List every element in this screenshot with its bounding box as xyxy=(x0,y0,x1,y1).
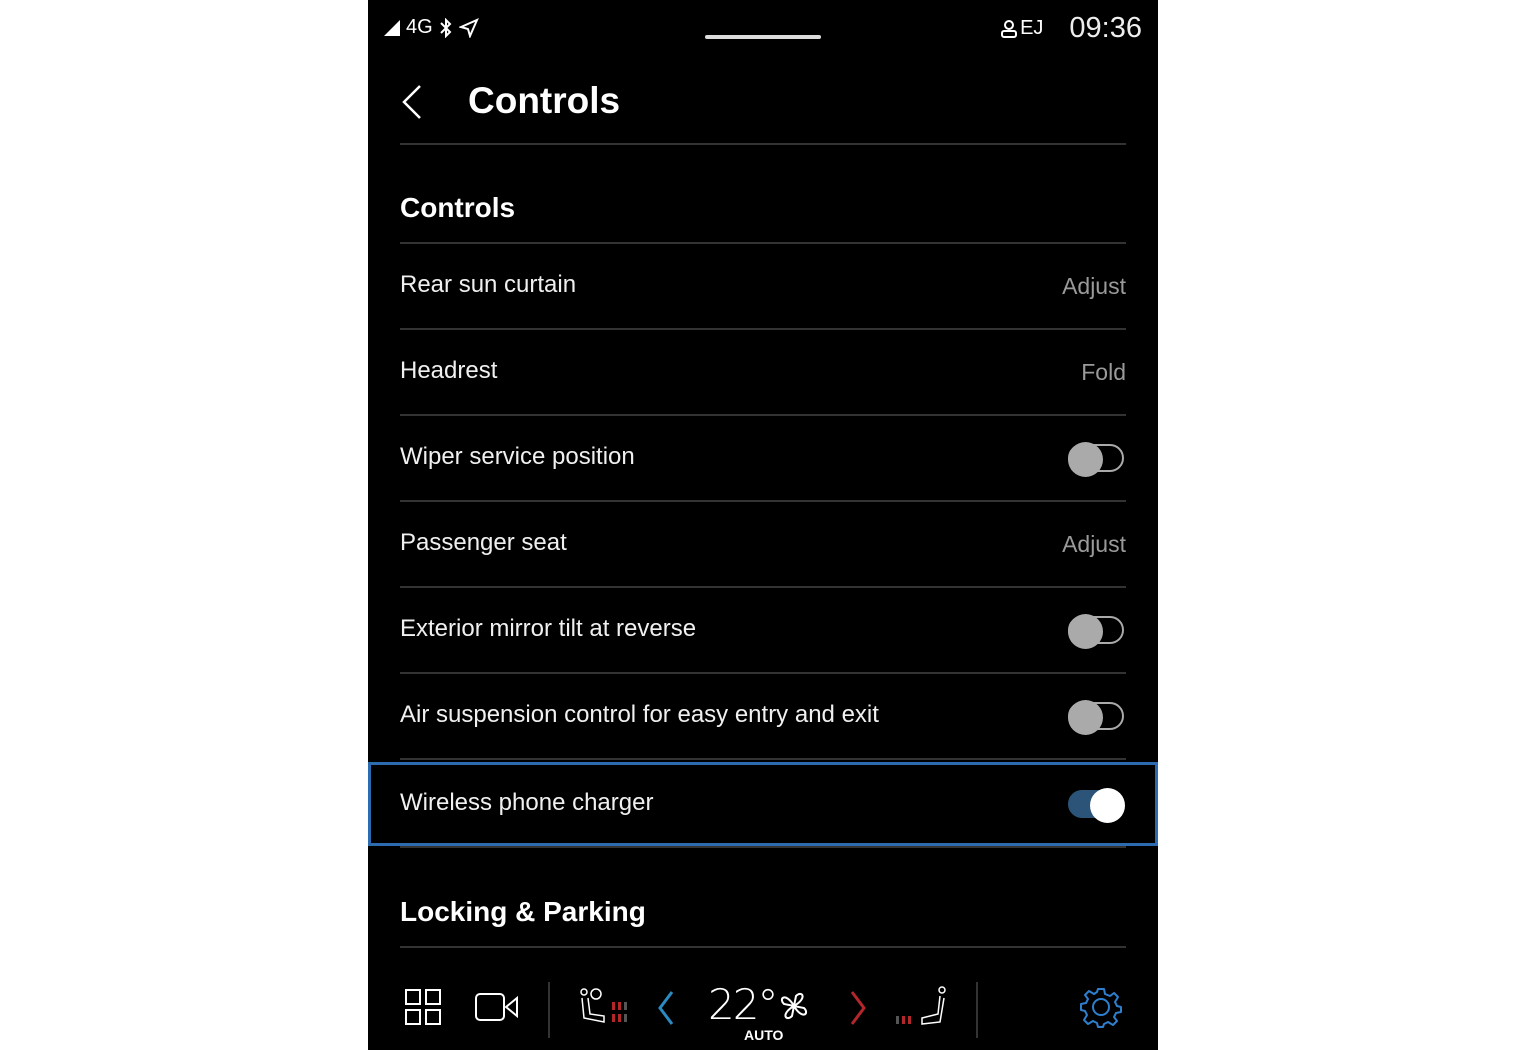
profile[interactable]: EJ xyxy=(1000,17,1043,40)
air-suspension-toggle[interactable] xyxy=(1068,700,1126,735)
row-exterior-mirror-tilt[interactable]: Exterior mirror tilt at reverse xyxy=(400,588,1126,674)
fold-button[interactable]: Fold xyxy=(1081,359,1126,386)
fan-icon[interactable] xyxy=(776,988,812,1024)
toggle-knob xyxy=(1068,614,1103,649)
mirror-tilt-toggle[interactable] xyxy=(1068,614,1126,649)
infotainment-screen: 4G EJ 09:36 Controls Controls Rear sun c… xyxy=(368,0,1158,1050)
clock: 09:36 xyxy=(1069,12,1142,44)
temperature-readout[interactable]: 22° xyxy=(708,980,778,1029)
profile-initials: EJ xyxy=(1020,17,1044,39)
user-icon xyxy=(1001,19,1018,38)
passenger-seat-heat-icon[interactable] xyxy=(894,986,950,1028)
page-header: Controls xyxy=(400,70,1126,145)
signal-icon xyxy=(384,19,400,36)
divider xyxy=(548,982,550,1038)
wiper-service-toggle[interactable] xyxy=(1068,442,1126,477)
row-label: Exterior mirror tilt at reverse xyxy=(400,615,697,642)
focus-highlight xyxy=(368,762,1158,846)
status-bar: 4G EJ 09:36 xyxy=(368,0,1158,60)
row-passenger-seat[interactable]: Passenger seat Adjust xyxy=(400,502,1126,588)
divider xyxy=(976,982,978,1038)
row-air-suspension[interactable]: Air suspension control for easy entry an… xyxy=(400,674,1126,760)
settings-gear-icon[interactable] xyxy=(1080,986,1122,1028)
toggle-knob xyxy=(1068,700,1103,735)
row-headrest[interactable]: Headrest Fold xyxy=(400,330,1126,416)
location-icon xyxy=(458,17,479,38)
row-label: Air suspension control for easy entry an… xyxy=(400,701,879,728)
drag-handle[interactable] xyxy=(705,35,821,39)
status-right: EJ 09:36 xyxy=(1000,12,1142,45)
back-button[interactable] xyxy=(400,84,430,120)
home-grid-icon[interactable] xyxy=(404,988,442,1026)
driver-seat-heat-icon[interactable] xyxy=(578,988,632,1028)
temp-down-icon[interactable] xyxy=(656,990,676,1026)
adjust-button[interactable]: Adjust xyxy=(1062,273,1126,300)
section-title-locking-parking: Locking & Parking xyxy=(400,896,1126,948)
temp-up-icon[interactable] xyxy=(848,990,868,1026)
camera-icon[interactable] xyxy=(474,992,520,1022)
network-label: 4G xyxy=(406,16,433,38)
climate-mode: AUTO xyxy=(744,1027,784,1043)
row-label: Wiper service position xyxy=(400,443,635,470)
row-rear-sun-curtain[interactable]: Rear sun curtain Adjust xyxy=(400,244,1126,330)
climate-bar: 22° AUTO xyxy=(368,960,1158,1050)
row-wiper-service-position[interactable]: Wiper service position xyxy=(400,416,1126,502)
page-title: Controls xyxy=(468,80,621,121)
row-label: Headrest xyxy=(400,357,498,384)
row-label: Passenger seat xyxy=(400,529,567,556)
adjust-button[interactable]: Adjust xyxy=(1062,531,1126,558)
status-left: 4G xyxy=(384,16,479,39)
bluetooth-icon xyxy=(439,17,452,38)
toggle-knob xyxy=(1068,442,1103,477)
section-title-controls: Controls xyxy=(400,192,1126,244)
row-label: Rear sun curtain xyxy=(400,271,577,298)
